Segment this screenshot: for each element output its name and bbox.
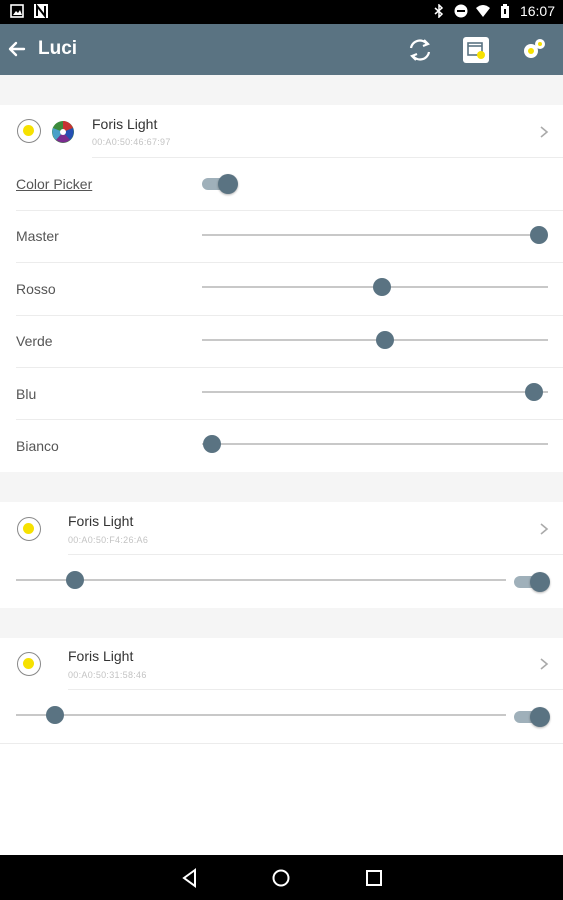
divider — [92, 157, 563, 158]
brightness-slider[interactable] — [16, 705, 506, 725]
chevron-right-icon[interactable] — [538, 657, 550, 671]
status-time: 16:07 — [519, 3, 555, 19]
divider — [16, 367, 563, 368]
power-toggle[interactable] — [514, 571, 550, 592]
color-picker-link[interactable]: Color Picker — [16, 176, 92, 192]
battery-icon — [500, 4, 509, 18]
slider-thumb[interactable] — [530, 226, 548, 244]
color-wheel-icon[interactable] — [50, 119, 76, 145]
home-circle-icon[interactable] — [270, 867, 292, 889]
image-icon — [10, 4, 24, 18]
device-name: Foris Light — [92, 116, 158, 132]
channel-label-blu: Blu — [16, 386, 37, 402]
channel-label-verde: Verde — [16, 333, 53, 349]
bianco-slider[interactable] — [202, 434, 548, 454]
device-name: Foris Light — [68, 513, 134, 529]
divider — [16, 419, 563, 420]
device-address: 00:A0:50:31:58:46 — [68, 670, 147, 680]
list-spacer — [0, 472, 563, 502]
slider-thumb[interactable] — [376, 331, 395, 349]
status-bar: 16:07 — [0, 0, 563, 24]
bulb-icon[interactable] — [17, 652, 41, 676]
slider-thumb[interactable] — [525, 383, 544, 401]
blu-slider[interactable] — [202, 382, 548, 402]
wifi-icon — [475, 5, 490, 17]
master-slider[interactable] — [202, 225, 548, 245]
chevron-right-icon[interactable] — [538, 125, 550, 139]
verde-slider[interactable] — [202, 330, 548, 350]
page-title: Luci — [38, 38, 78, 59]
divider — [16, 210, 563, 211]
slider-thumb[interactable] — [65, 571, 84, 589]
do-not-disturb-icon — [454, 4, 468, 18]
divider — [16, 262, 563, 263]
bulb-icon[interactable] — [17, 119, 41, 143]
app-bar: Luci — [0, 24, 563, 75]
device-name: Foris Light — [68, 648, 134, 664]
slider-thumb[interactable] — [203, 435, 222, 453]
content-area: Foris Light 00:A0:50:46:67:97 Color Pick… — [0, 75, 563, 855]
list-spacer — [0, 75, 563, 105]
sync-icon[interactable] — [406, 36, 434, 64]
slider-thumb[interactable] — [46, 706, 65, 724]
slider-thumb[interactable] — [372, 278, 391, 296]
power-toggle[interactable] — [514, 706, 550, 727]
divider — [16, 315, 563, 316]
list-spacer — [0, 608, 563, 638]
settings-gears-icon[interactable] — [520, 36, 548, 64]
navigation-bar — [0, 855, 563, 900]
device-address: 00:A0:50:46:67:97 — [92, 137, 171, 147]
divider — [0, 743, 563, 744]
back-triangle-icon[interactable] — [179, 867, 201, 889]
brightness-slider[interactable] — [16, 570, 506, 590]
recents-square-icon[interactable] — [363, 867, 385, 889]
chevron-right-icon[interactable] — [538, 522, 550, 536]
channel-label-master: Master — [16, 228, 59, 244]
back-arrow-icon[interactable] — [4, 36, 30, 62]
rosso-slider[interactable] — [202, 277, 548, 297]
bulb-icon[interactable] — [17, 517, 41, 541]
divider — [68, 554, 563, 555]
bluetooth-icon — [434, 4, 444, 18]
divider — [68, 689, 563, 690]
scene-icon[interactable] — [462, 36, 490, 64]
device-address: 00:A0:50:F4:26:A6 — [68, 535, 149, 545]
channel-label-rosso: Rosso — [16, 281, 56, 297]
color-picker-toggle[interactable] — [202, 173, 238, 194]
channel-label-bianco: Bianco — [16, 438, 59, 454]
n-icon — [34, 4, 48, 18]
